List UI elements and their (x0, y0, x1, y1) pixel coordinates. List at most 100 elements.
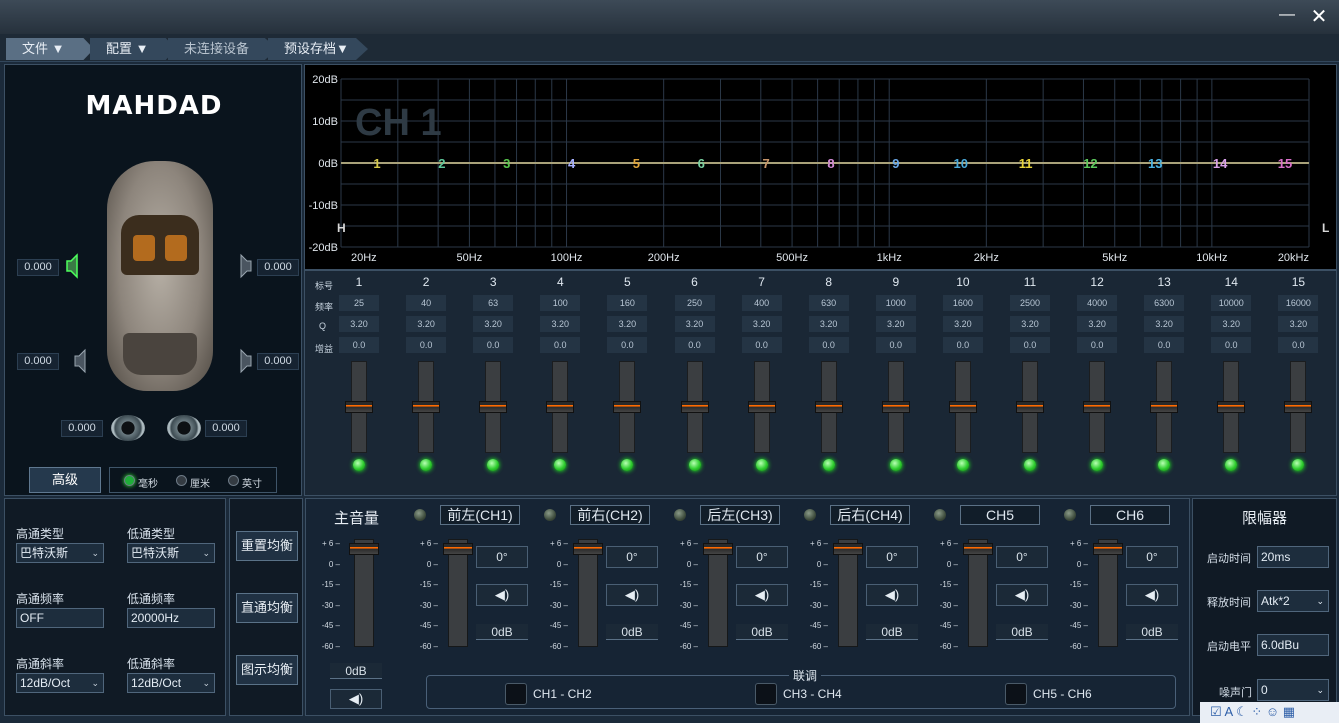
hp-type-select[interactable]: 巴特沃斯 ⌄ (16, 543, 104, 563)
band-gain-input[interactable]: 0.0 (607, 337, 648, 353)
band-q-input[interactable]: 3.20 (473, 316, 514, 332)
band-enable-led[interactable] (554, 459, 567, 471)
band-gain-slider-handle[interactable] (1150, 401, 1179, 413)
channel-volume-handle[interactable] (1093, 543, 1123, 555)
menu-presets[interactable]: 预设存档▼ (268, 38, 368, 60)
advanced-button[interactable]: 高级 (29, 467, 101, 493)
band-gain-input[interactable]: 0.0 (741, 337, 782, 353)
band-freq-input[interactable]: 40 (406, 295, 447, 311)
band-gain-input[interactable]: 0.0 (1211, 337, 1252, 353)
delay-sub-right[interactable]: 0.000 (205, 420, 247, 437)
band-gain-input[interactable]: 0.0 (406, 337, 447, 353)
tray-icons[interactable]: ☑ A ☾ ⁘ ☺ ▦ (1210, 704, 1295, 720)
lp-freq-input[interactable]: 20000Hz (127, 608, 215, 628)
channel-volume-handle[interactable] (833, 543, 863, 555)
band-q-input[interactable]: 3.20 (607, 316, 648, 332)
unit-ms-radio[interactable] (124, 475, 135, 486)
channel-volume-handle[interactable] (573, 543, 603, 555)
channel-status-led[interactable] (1064, 509, 1076, 521)
band-gain-input[interactable]: 0.0 (540, 337, 581, 353)
subwoofer-right-icon[interactable] (167, 415, 201, 441)
band-q-input[interactable]: 3.20 (1077, 316, 1118, 332)
band-enable-led[interactable] (1158, 459, 1171, 471)
channel-name-button[interactable]: CH6 (1090, 505, 1170, 525)
band-gain-input[interactable]: 0.0 (808, 337, 849, 353)
band-gain-slider-handle[interactable] (948, 401, 977, 413)
band-enable-led[interactable] (1091, 459, 1104, 471)
channel-phase-button[interactable]: 0° (476, 546, 528, 568)
threshold-input[interactable]: 6.0dBu (1257, 634, 1329, 656)
lp-slope-select[interactable]: 12dB/Oct ⌄ (127, 673, 215, 693)
band-gain-slider-handle[interactable] (814, 401, 843, 413)
link-ch1-ch2-checkbox[interactable] (505, 683, 527, 705)
delay-rear-right[interactable]: 0.000 (257, 353, 299, 370)
band-freq-input[interactable]: 2500 (1010, 295, 1050, 311)
link-ch3-ch4-checkbox[interactable] (755, 683, 777, 705)
channel-name-button[interactable]: 前右(CH2) (570, 505, 650, 525)
band-freq-input[interactable]: 400 (741, 295, 782, 311)
band-gain-slider-handle[interactable] (479, 401, 508, 413)
speaker-rear-right-icon[interactable] (235, 348, 255, 374)
channel-phase-button[interactable]: 0° (866, 546, 918, 568)
band-enable-led[interactable] (822, 459, 835, 471)
band-gain-slider-handle[interactable] (680, 401, 709, 413)
menu-config[interactable]: 配置 ▼ (90, 38, 176, 60)
band-freq-input[interactable]: 100 (540, 295, 581, 311)
channel-name-button[interactable]: 后右(CH4) (830, 505, 910, 525)
band-freq-input[interactable]: 4000 (1077, 295, 1118, 311)
band-gain-slider-handle[interactable] (1217, 401, 1246, 413)
band-enable-led[interactable] (889, 459, 902, 471)
delay-sub-left[interactable]: 0.000 (61, 420, 103, 437)
hp-slope-select[interactable]: 12dB/Oct ⌄ (16, 673, 104, 693)
channel-name-button[interactable]: CH5 (960, 505, 1040, 525)
band-freq-input[interactable]: 630 (808, 295, 849, 311)
channel-status-led[interactable] (934, 509, 946, 521)
band-freq-input[interactable]: 160 (607, 295, 648, 311)
unit-inch-radio[interactable] (228, 475, 239, 486)
band-gain-slider-handle[interactable] (412, 401, 441, 413)
channel-status-led[interactable] (414, 509, 426, 521)
band-gain-input[interactable]: 0.0 (674, 337, 715, 353)
channel-mute-button[interactable]: ◀) (996, 584, 1048, 606)
band-gain-input[interactable]: 0.0 (942, 337, 983, 353)
band-freq-input[interactable]: 6300 (1144, 295, 1185, 311)
menu-device-status[interactable]: 未连接设备 (168, 38, 278, 60)
band-q-input[interactable]: 3.20 (942, 316, 983, 332)
minimize-button[interactable]: — (1277, 6, 1297, 26)
reset-eq-button[interactable]: 重置均衡 (236, 531, 298, 561)
band-q-input[interactable]: 3.20 (1211, 316, 1252, 332)
channel-volume-track[interactable] (708, 539, 728, 647)
link-ch5-ch6-checkbox[interactable] (1005, 683, 1027, 705)
close-button[interactable]: ✕ (1307, 4, 1331, 28)
band-gain-input[interactable]: 0.0 (1278, 337, 1319, 353)
speaker-rear-left-icon[interactable] (71, 348, 91, 374)
channel-status-led[interactable] (804, 509, 816, 521)
delay-rear-left[interactable]: 0.000 (17, 353, 59, 370)
delay-front-right[interactable]: 0.000 (257, 259, 299, 276)
band-q-input[interactable]: 3.20 (1010, 316, 1050, 332)
band-q-input[interactable]: 3.20 (875, 316, 916, 332)
channel-mute-button[interactable]: ◀) (1126, 584, 1178, 606)
master-mute-button[interactable]: ◀) (330, 689, 382, 709)
band-enable-led[interactable] (621, 459, 634, 471)
band-enable-led[interactable] (1225, 459, 1238, 471)
channel-volume-track[interactable] (448, 539, 468, 647)
band-enable-led[interactable] (956, 459, 969, 471)
band-freq-input[interactable]: 16000 (1278, 295, 1319, 311)
master-volume-handle[interactable] (349, 543, 379, 555)
channel-mute-button[interactable]: ◀) (736, 584, 788, 606)
band-q-input[interactable]: 3.20 (540, 316, 581, 332)
band-gain-slider-handle[interactable] (747, 401, 776, 413)
band-gain-slider-handle[interactable] (1083, 401, 1112, 413)
attack-input[interactable]: 20ms (1257, 546, 1329, 568)
channel-phase-button[interactable]: 0° (736, 546, 788, 568)
band-gain-input[interactable]: 0.0 (1077, 337, 1118, 353)
hp-freq-input[interactable]: OFF (16, 608, 104, 628)
master-volume-track[interactable] (354, 539, 374, 647)
band-freq-input[interactable]: 25 (339, 295, 379, 311)
band-enable-led[interactable] (1292, 459, 1305, 471)
channel-phase-button[interactable]: 0° (606, 546, 658, 568)
channel-mute-button[interactable]: ◀) (476, 584, 528, 606)
band-gain-input[interactable]: 0.0 (875, 337, 916, 353)
unit-cm-radio[interactable] (176, 475, 187, 486)
